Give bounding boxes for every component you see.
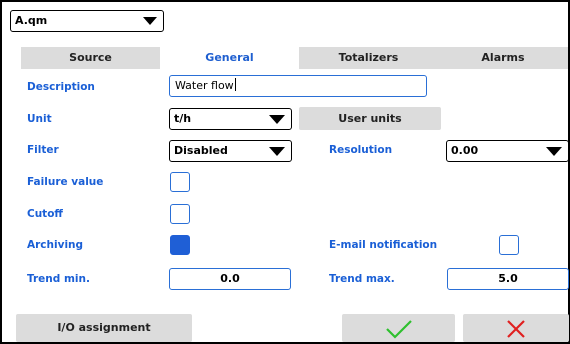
description-label: Description [27,81,95,93]
description-input[interactable]: Water flow [169,75,427,97]
cutoff-label: Cutoff [27,208,63,220]
channel-select-value: A.qm [15,14,48,27]
chevron-down-icon [546,147,562,156]
text-caret [234,78,236,91]
cancel-button[interactable] [463,314,569,342]
failure-value-label: Failure value [27,176,104,188]
cutoff-checkbox[interactable] [170,204,190,224]
unit-select[interactable]: t/h [169,108,292,130]
close-icon [507,320,525,338]
archiving-label: Archiving [27,239,84,251]
email-notification-checkbox[interactable] [499,235,519,255]
archiving-checkbox[interactable] [170,235,190,255]
trend-min-label: Trend min. [27,273,90,285]
dialog-frame: A.qm Source General Totalizers Alarms De… [0,0,570,344]
tab-alarms[interactable]: Alarms [438,47,568,69]
unit-value: t/h [174,112,192,125]
io-assignment-button[interactable]: I/O assignment [16,314,192,342]
resolution-value: 0.00 [451,144,479,157]
trend-min-input[interactable]: 0.0 [169,268,291,290]
resolution-select[interactable]: 0.00 [446,140,569,162]
filter-value: Disabled [174,144,228,157]
failure-value-checkbox[interactable] [170,172,190,192]
channel-select[interactable]: A.qm [10,10,164,32]
tab-source[interactable]: Source [21,47,160,69]
chevron-down-icon [269,147,285,156]
chevron-down-icon [269,115,285,124]
unit-label: Unit [27,113,52,125]
filter-select[interactable]: Disabled [169,140,292,162]
confirm-button[interactable] [342,314,455,342]
user-units-button[interactable]: User units [299,107,441,130]
chevron-down-icon [143,17,157,25]
description-value: Water flow [175,79,234,92]
filter-label: Filter [27,144,59,156]
email-notification-label: E-mail notification [329,239,438,251]
resolution-label: Resolution [329,144,393,156]
check-icon [386,320,412,339]
trend-max-label: Trend max. [329,273,395,285]
trend-max-input[interactable]: 5.0 [447,268,569,290]
tab-totalizers[interactable]: Totalizers [299,47,438,69]
tab-general[interactable]: General [160,47,299,69]
